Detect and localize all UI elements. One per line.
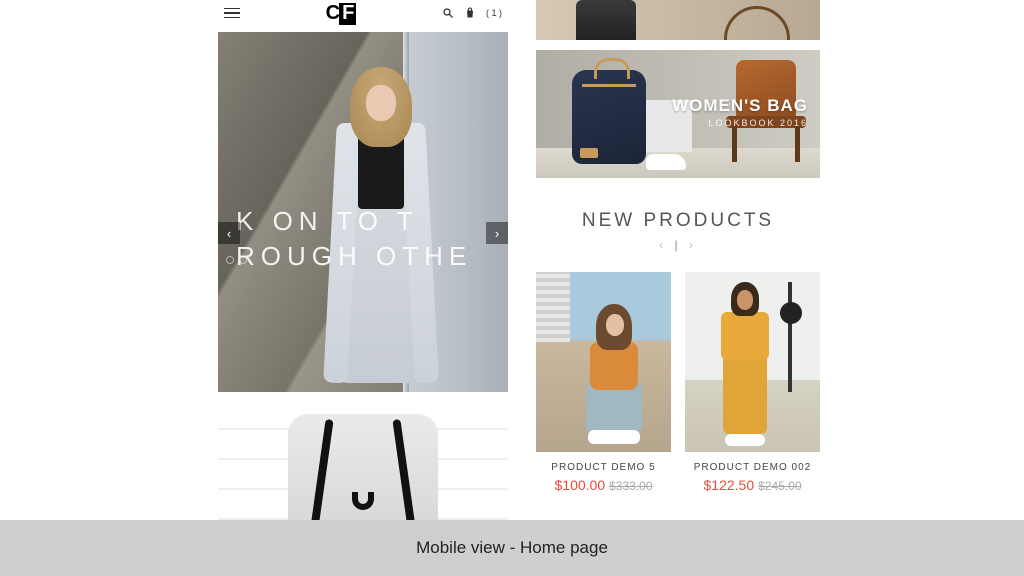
search-icon[interactable] [442,7,454,19]
promo-tile-bike[interactable] [536,0,820,40]
menu-icon[interactable] [224,8,240,19]
product-name: PRODUCT DEMO 002 [685,462,820,473]
hero-line-2: ROUGH OTHE [236,239,508,274]
site-logo[interactable]: CF [326,2,357,25]
mobile-column-left: CF ( 1 ) [218,0,508,520]
product-carousel-nav: ‹ | › [536,238,820,252]
logo-letter-f: F [339,3,356,25]
promo-bag-title: WOMEN'S BAG [672,96,808,116]
product-name: PRODUCT DEMO 5 [536,462,671,473]
caption-text: Mobile view - Home page [416,538,608,558]
mobile-column-right: WOMEN'S BAG LOOKBOOK 2016 NEW PRODUCTS ‹… [536,0,820,520]
bag-icon[interactable] [464,7,476,19]
header-actions: ( 1 ) [442,7,502,19]
section-title-new-products: NEW PRODUCTS [536,210,820,232]
hero-overlay-text: K ON TO T ROUGH OTHE [218,204,508,274]
promo-tile-harness[interactable] [218,414,508,520]
hero-slider[interactable]: K ON TO T ROUGH OTHE ‹ › [218,32,508,392]
price-old: $333.00 [609,479,652,493]
promo-tile-bag[interactable]: WOMEN'S BAG LOOKBOOK 2016 [536,50,820,178]
price-old: $245.00 [758,479,801,493]
backpack-graphic [572,70,646,164]
product-card[interactable]: PRODUCT DEMO 002 $122.50$245.00 [685,272,820,493]
product-price: $100.00$333.00 [536,477,671,493]
chevron-right-icon: › [495,226,499,241]
hero-line-1: K ON TO T [236,204,508,239]
carousel-prev-icon[interactable]: ‹ [659,238,667,252]
price-current: $100.00 [555,477,606,493]
cart-count: ( 1 ) [486,8,502,18]
mobile-header: CF ( 1 ) [218,0,508,32]
carousel-next-icon[interactable]: › [689,238,697,252]
logo-letter-c: C [326,2,339,24]
price-current: $122.50 [704,477,755,493]
promo-bag-subtitle: LOOKBOOK 2016 [708,118,808,128]
hero-next-button[interactable]: › [486,222,508,244]
screenshot-caption: Mobile view - Home page [0,520,1024,576]
product-grid: PRODUCT DEMO 5 $100.00$333.00 PRODUCT DE… [536,272,820,493]
page-canvas: CF ( 1 ) [0,0,1024,520]
product-image [685,272,820,452]
chevron-left-icon: ‹ [227,226,231,241]
hero-prev-button[interactable]: ‹ [218,222,240,244]
product-card[interactable]: PRODUCT DEMO 5 $100.00$333.00 [536,272,671,493]
product-price: $122.50$245.00 [685,477,820,493]
product-image [536,272,671,452]
hero-pagination[interactable] [226,256,247,264]
